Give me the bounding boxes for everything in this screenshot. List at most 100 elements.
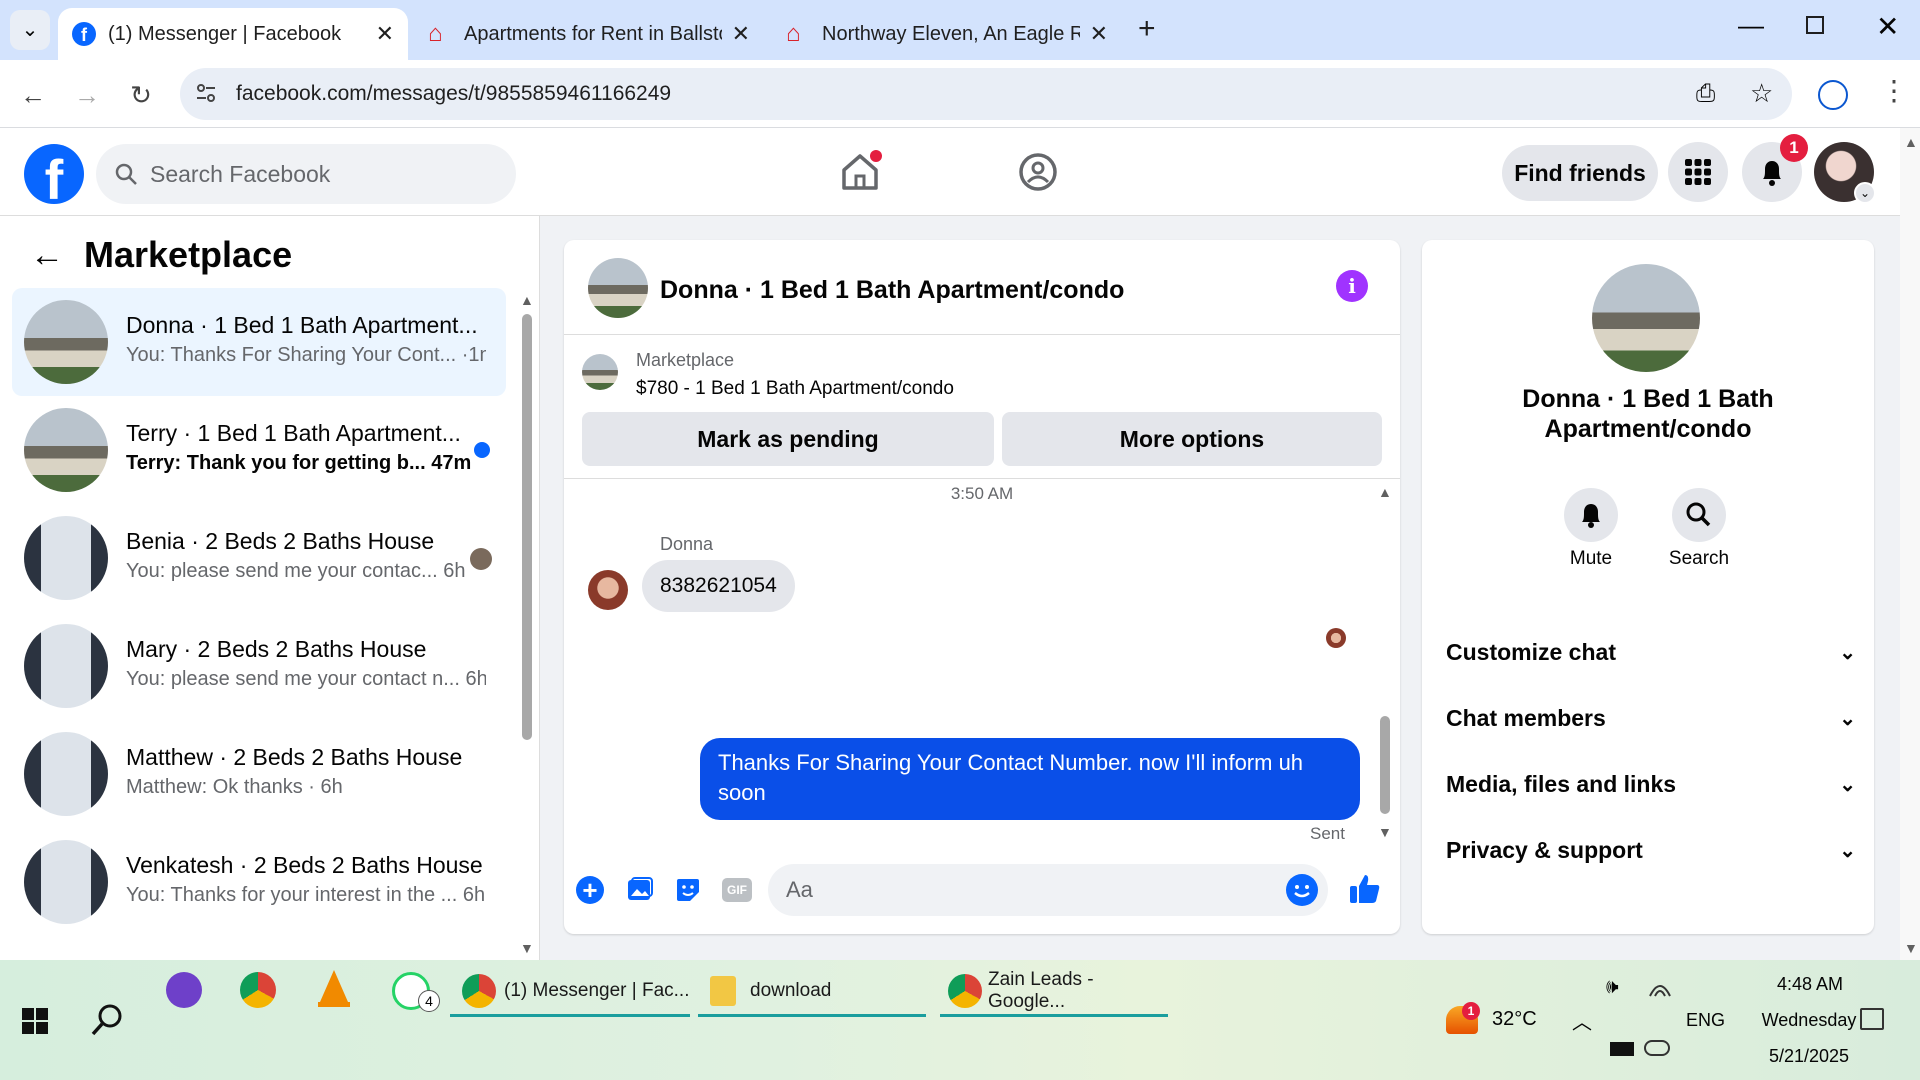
emoji-icon[interactable]	[1286, 874, 1318, 906]
find-friends-button[interactable]: Find friends	[1502, 145, 1658, 201]
scroll-up-arrow-icon[interactable]: ▲	[1378, 484, 1392, 500]
conversation-item[interactable]: Venkatesh · 2 Beds 2 Baths House You: Th…	[12, 828, 506, 936]
close-tab-icon[interactable]: ✕	[1090, 21, 1108, 47]
network-icon[interactable]	[1648, 978, 1672, 998]
conversation-snippet: Matthew: Ok thanks · 6h	[126, 776, 343, 798]
unread-dot	[474, 442, 490, 458]
info-avatar[interactable]	[1592, 264, 1700, 372]
privacy-support-section[interactable]: Privacy & support ⌄	[1446, 830, 1856, 870]
notification-count-badge: 1	[1780, 134, 1808, 162]
cloud-icon[interactable]	[1644, 1040, 1670, 1056]
clock-time[interactable]: 4:48 AM	[1750, 974, 1870, 995]
facebook-logo-icon[interactable]: f	[24, 144, 84, 204]
sent-message-bubble[interactable]: Thanks For Sharing Your Contact Number. …	[700, 738, 1360, 820]
install-app-icon[interactable]: ⎙	[1696, 80, 1715, 108]
facebook-search-input[interactable]: Search Facebook	[96, 144, 516, 204]
groups-icon[interactable]	[1018, 152, 1058, 192]
tab-title: Apartments for Rent in Ballston	[464, 22, 722, 45]
search-label[interactable]: Search	[1654, 548, 1744, 570]
mute-bell-icon[interactable]	[1564, 488, 1618, 542]
reload-icon[interactable]: ↻	[124, 78, 158, 112]
chevron-up-icon[interactable]: ︿	[1572, 1006, 1592, 1035]
tab-messenger[interactable]: f (1) Messenger | Facebook ✕	[58, 8, 408, 60]
home-icon[interactable]	[838, 150, 882, 194]
tab-search-button[interactable]: ⌄	[10, 10, 50, 50]
conversation-item[interactable]: Donna · 1 Bed 1 Bath Apartment... You: T…	[12, 288, 506, 396]
scrollbar-thumb[interactable]	[1380, 716, 1390, 814]
conversation-item[interactable]: Matthew · 2 Beds 2 Baths House Matthew: …	[12, 720, 506, 828]
chrome-icon[interactable]	[240, 972, 276, 1008]
search-icon[interactable]	[1672, 488, 1726, 542]
sender-avatar[interactable]	[588, 570, 628, 610]
profile-icon[interactable]	[1818, 80, 1848, 110]
scroll-down-arrow-icon[interactable]: ▼	[1378, 824, 1392, 840]
conversation-snippet: You: Thanks For Sharing Your Cont... ·1m	[126, 344, 486, 366]
close-window-icon[interactable]: ✕	[1876, 10, 1899, 43]
new-tab-icon[interactable]: +	[1138, 12, 1156, 46]
github-icon[interactable]	[166, 972, 202, 1008]
sticker-icon[interactable]	[674, 876, 702, 904]
browser-menu-icon[interactable]: ⋮	[1880, 74, 1908, 107]
windows-start-icon[interactable]	[22, 1008, 48, 1034]
bookmark-star-icon[interactable]: ☆	[1750, 78, 1773, 109]
page-scrollbar[interactable]	[1900, 128, 1920, 960]
plus-icon[interactable]: +	[576, 876, 604, 904]
gif-icon[interactable]: GIF	[722, 878, 752, 902]
taskbar-messenger[interactable]: (1) Messenger | Fac...	[462, 966, 690, 1016]
scrollbar-thumb[interactable]	[522, 314, 532, 740]
customize-chat-section[interactable]: Customize chat ⌄	[1446, 632, 1856, 672]
conversation-snippet: You: Thanks for your interest in the ...…	[126, 884, 486, 906]
restore-icon[interactable]	[1806, 16, 1824, 34]
thumbs-up-icon[interactable]	[1348, 872, 1382, 906]
battery-icon[interactable]	[1610, 1042, 1634, 1056]
clock-date[interactable]: 5/21/2025	[1734, 1046, 1884, 1067]
scroll-down-arrow-icon[interactable]: ▼	[520, 940, 534, 956]
scroll-down-arrow-icon[interactable]: ▼	[1904, 940, 1918, 956]
back-icon[interactable]: ←	[16, 78, 50, 112]
volume-icon[interactable]: 🕪	[1606, 976, 1619, 999]
chat-members-section[interactable]: Chat members ⌄	[1446, 698, 1856, 738]
message-input[interactable]: Aa	[768, 864, 1328, 916]
search-icon[interactable]	[90, 1002, 126, 1038]
menu-grid-icon[interactable]	[1668, 142, 1728, 202]
site-settings-icon[interactable]	[194, 81, 218, 105]
forward-icon[interactable]: →	[70, 78, 104, 112]
scroll-up-arrow-icon[interactable]: ▲	[1904, 134, 1918, 150]
taskbar-zain-leads[interactable]: Zain Leads - Google...	[948, 966, 1168, 1016]
chat-title[interactable]: Donna · 1 Bed 1 Bath Apartment/condo	[660, 276, 1124, 305]
conversation-item[interactable]: Terry · 1 Bed 1 Bath Apartment... Terry:…	[12, 396, 506, 504]
omnibox[interactable]: facebook.com/messages/t/9855859461166249…	[180, 68, 1792, 120]
conversation-info-panel: Donna · 1 Bed 1 Bath Apartment/condo Mut…	[1422, 240, 1874, 934]
received-message-bubble[interactable]: 8382621054	[642, 560, 795, 612]
panel-title: Marketplace	[84, 234, 293, 275]
facebook-favicon-icon: f	[72, 22, 96, 46]
language-indicator[interactable]: ENG	[1686, 1010, 1725, 1031]
listing-title[interactable]: $780 - 1 Bed 1 Bath Apartment/condo	[636, 378, 954, 400]
chat-avatar[interactable]	[588, 258, 648, 318]
conversation-item[interactable]: Benia · 2 Beds 2 Baths House You: please…	[12, 504, 506, 612]
more-options-button[interactable]: More options	[1002, 412, 1382, 466]
scroll-up-arrow-icon[interactable]: ▲	[520, 292, 534, 308]
sender-name: Donna	[660, 534, 714, 554]
minimize-icon[interactable]: —	[1738, 10, 1764, 41]
back-arrow-icon[interactable]: ←	[30, 236, 64, 275]
photo-icon[interactable]	[626, 876, 654, 904]
close-tab-icon[interactable]: ✕	[732, 21, 750, 47]
conversation-name: Donna · 1 Bed 1 Bath Apartment...	[126, 312, 478, 338]
conversation-item[interactable]: Mary · 2 Beds 2 Baths House You: please …	[12, 612, 506, 720]
house-favicon-icon: ⌂	[428, 20, 443, 47]
account-chevron-down-icon[interactable]: ⌄	[1854, 182, 1876, 204]
vlc-icon[interactable]	[316, 968, 352, 1008]
mute-label[interactable]: Mute	[1546, 548, 1636, 570]
notification-center-icon[interactable]	[1860, 1008, 1884, 1030]
tab-apartments[interactable]: ⌂ Apartments for Rent in Ballston ✕	[414, 8, 764, 60]
mark-as-pending-button[interactable]: Mark as pending	[582, 412, 994, 466]
taskbar-download[interactable]: download	[710, 966, 920, 1016]
conversation-name: Mary · 2 Beds 2 Baths House	[126, 636, 427, 662]
listing-source: Marketplace	[636, 350, 735, 370]
close-tab-icon[interactable]: ✕	[376, 21, 394, 47]
info-icon[interactable]: i	[1336, 270, 1368, 302]
media-files-links-section[interactable]: Media, files and links ⌄	[1446, 764, 1856, 804]
tab-northway[interactable]: ⌂ Northway Eleven, An Eagle Rock ✕	[772, 8, 1122, 60]
seen-avatar	[470, 548, 492, 570]
